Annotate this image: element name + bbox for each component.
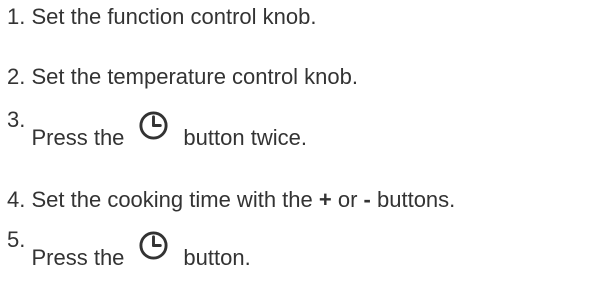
or-text: or xyxy=(337,187,358,212)
step-text-before: Press the xyxy=(31,245,125,271)
instruction-steps: 1. Set the function control knob. 2. Set… xyxy=(0,0,610,293)
step-3: 3. Press the button twice. xyxy=(7,107,307,151)
clock-icon xyxy=(138,110,169,141)
plus-label: + xyxy=(318,187,332,212)
step-5: 5. Press the button. xyxy=(7,227,251,271)
step-text: Set the function control knob. xyxy=(31,4,317,29)
step-text-before: Press the xyxy=(31,125,125,151)
step-number: 2. xyxy=(7,64,26,89)
step-text-after: button twice. xyxy=(183,125,307,151)
step-2: 2. Set the temperature control knob. xyxy=(7,64,358,90)
step-1: 1. Set the function control knob. xyxy=(7,4,316,30)
step-text: Set the temperature control knob. xyxy=(31,64,359,89)
step-text-after: buttons. xyxy=(377,187,456,212)
step-number: 1. xyxy=(7,4,26,29)
step-number: 4. xyxy=(7,187,26,212)
step-number: 5. xyxy=(7,227,26,253)
step-4: 4. Set the cooking time with the + or - … xyxy=(7,187,455,213)
clock-icon xyxy=(138,230,169,261)
step-text-after: button. xyxy=(183,245,251,271)
step-number: 3. xyxy=(7,107,26,133)
step-text-before: Set the cooking time with the xyxy=(31,187,313,212)
minus-label: - xyxy=(363,187,371,212)
